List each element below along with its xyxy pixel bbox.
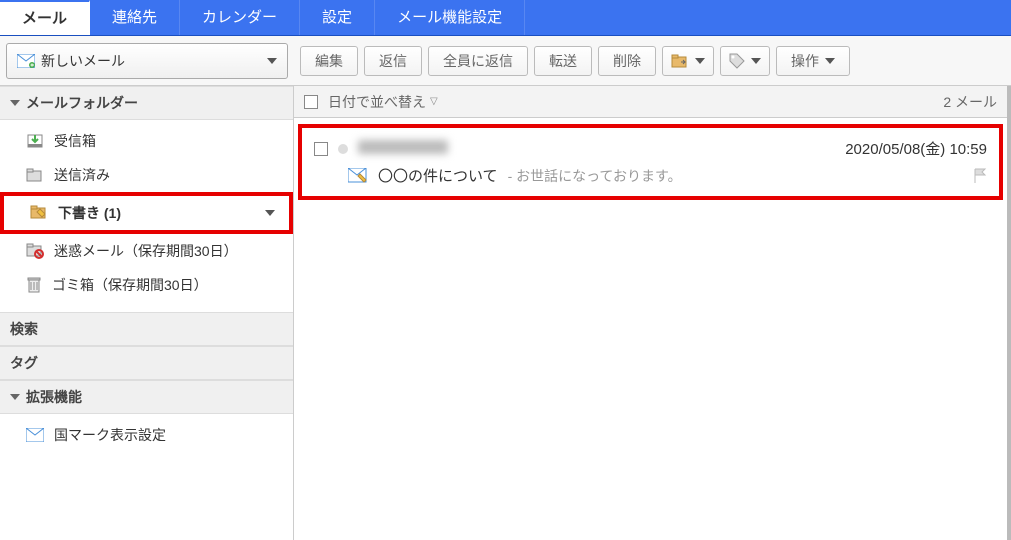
folder-label: 送信済み (54, 165, 110, 185)
ext-item-label: 国マーク表示設定 (54, 425, 166, 445)
folder-move-icon (671, 54, 689, 68)
chevron-down-icon (10, 100, 20, 106)
extensions-header[interactable]: 拡張機能 (0, 380, 293, 414)
reply-all-button[interactable]: 全員に返信 (428, 46, 528, 76)
mail-compose-icon (17, 54, 35, 68)
actions-label: 操作 (791, 47, 819, 75)
chevron-down-icon (265, 210, 275, 216)
extensions-header-label: 拡張機能 (26, 387, 82, 407)
sidebar: メールフォルダー 受信箱 送信済み (0, 86, 294, 540)
folder-label: 迷惑メール（保存期間30日） (54, 241, 238, 261)
message-preview: - お世話になっております。 (508, 166, 682, 186)
folder-label: 受信箱 (54, 131, 96, 151)
chevron-down-icon (751, 58, 761, 64)
message-subject: 〇〇の件について (378, 165, 498, 186)
new-mail-label: 新しいメール (41, 51, 125, 71)
mail-icon (26, 428, 44, 442)
folder-label: 下書き (1) (58, 203, 121, 223)
select-all-checkbox[interactable] (304, 95, 318, 109)
sort-desc-icon: ▽ (430, 96, 438, 107)
actions-button[interactable]: 操作 (776, 46, 850, 76)
list-header: 日付で並べ替え ▽ 2 メール (294, 86, 1007, 118)
message-date: 2020/05/08(金) 10:59 (845, 138, 987, 159)
unread-dot-icon (338, 144, 348, 154)
search-header[interactable]: 検索 (0, 312, 293, 346)
chevron-down-icon (267, 58, 277, 64)
trash-icon (26, 276, 42, 294)
edit-button[interactable]: 編集 (300, 46, 358, 76)
top-nav: メール 連絡先 カレンダー 設定 メール機能設定 (0, 0, 1011, 36)
new-mail-button[interactable]: 新しいメール (6, 43, 288, 79)
message-count: 2 メール (943, 92, 997, 112)
spam-icon (26, 243, 44, 259)
folder-sent[interactable]: 送信済み (0, 158, 293, 192)
reply-button[interactable]: 返信 (364, 46, 422, 76)
tab-calendar[interactable]: カレンダー (180, 0, 300, 35)
folder-label: ゴミ箱（保存期間30日） (52, 275, 208, 295)
tag-header-label: タグ (10, 353, 38, 373)
draft-mail-icon (348, 168, 368, 184)
search-header-label: 検索 (10, 319, 38, 339)
tab-contacts[interactable]: 連絡先 (90, 0, 180, 35)
move-to-button[interactable] (662, 46, 714, 76)
folders-header[interactable]: メールフォルダー (0, 86, 293, 120)
flag-icon[interactable] (973, 168, 987, 184)
sort-label: 日付で並べ替え (328, 92, 426, 112)
folder-spam[interactable]: 迷惑メール（保存期間30日） (0, 234, 293, 268)
forward-button[interactable]: 転送 (534, 46, 592, 76)
chevron-down-icon (695, 58, 705, 64)
draft-icon (30, 205, 48, 221)
tab-settings[interactable]: 設定 (300, 0, 375, 35)
toolbar: 新しいメール 編集 返信 全員に返信 転送 削除 操作 (0, 36, 1011, 86)
message-row[interactable]: 2020/05/08(金) 10:59 〇〇の件について - お世話になっており… (308, 134, 993, 190)
folder-trash[interactable]: ゴミ箱（保存期間30日） (0, 268, 293, 302)
message-list-pane: 日付で並べ替え ▽ 2 メール 2020/05/08(金) 10:59 (294, 86, 1011, 540)
folder-inbox[interactable]: 受信箱 (0, 124, 293, 158)
tab-mail-settings[interactable]: メール機能設定 (375, 0, 525, 35)
delete-button[interactable]: 削除 (598, 46, 656, 76)
sent-icon (26, 168, 44, 182)
tag-header[interactable]: タグ (0, 346, 293, 380)
message-sender (358, 140, 448, 157)
folders-header-label: メールフォルダー (26, 93, 138, 113)
message-checkbox[interactable] (314, 142, 328, 156)
folder-drafts[interactable]: 下書き (1) (0, 192, 293, 234)
sort-by-date[interactable]: 日付で並べ替え ▽ (328, 92, 438, 112)
ext-country-flag[interactable]: 国マーク表示設定 (0, 418, 293, 452)
folder-list: 受信箱 送信済み 下書き (1) (0, 120, 293, 312)
tag-button[interactable] (720, 46, 770, 76)
highlighted-message: 2020/05/08(金) 10:59 〇〇の件について - お世話になっており… (298, 124, 1003, 200)
chevron-down-icon (825, 58, 835, 64)
tab-mail[interactable]: メール (0, 0, 90, 35)
chevron-down-icon (10, 394, 20, 400)
tag-icon (729, 53, 745, 69)
inbox-icon (26, 133, 44, 149)
extensions-list: 国マーク表示設定 (0, 414, 293, 462)
